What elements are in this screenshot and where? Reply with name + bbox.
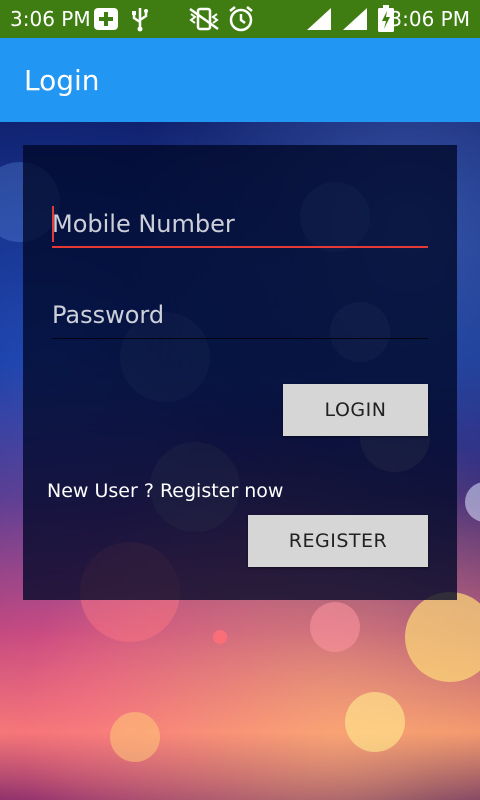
mobile-number-underline (52, 246, 428, 248)
signal-icon (304, 6, 334, 32)
status-time-right: 3:06 PM (389, 7, 470, 31)
register-button[interactable]: REGISTER (248, 515, 428, 567)
login-button[interactable]: LOGIN (283, 384, 428, 436)
password-field[interactable]: Password (52, 295, 428, 339)
status-bar: 3:06 PM 3:06 PM (0, 0, 480, 38)
page-title: Login (24, 64, 100, 97)
password-placeholder: Password (52, 301, 165, 329)
status-time-left: 3:06 PM (10, 7, 91, 31)
plus-notification-icon (92, 6, 120, 32)
alarm-icon (226, 6, 256, 32)
usb-icon (128, 6, 152, 32)
mobile-number-placeholder: Mobile Number (52, 210, 235, 238)
password-underline (52, 338, 428, 339)
app-bar: Login (0, 38, 480, 122)
register-now-link[interactable]: New User ? Register now (47, 480, 283, 502)
signal-icon-2 (340, 6, 370, 32)
mobile-number-field[interactable]: Mobile Number (52, 204, 428, 248)
vibrate-icon (186, 6, 222, 32)
